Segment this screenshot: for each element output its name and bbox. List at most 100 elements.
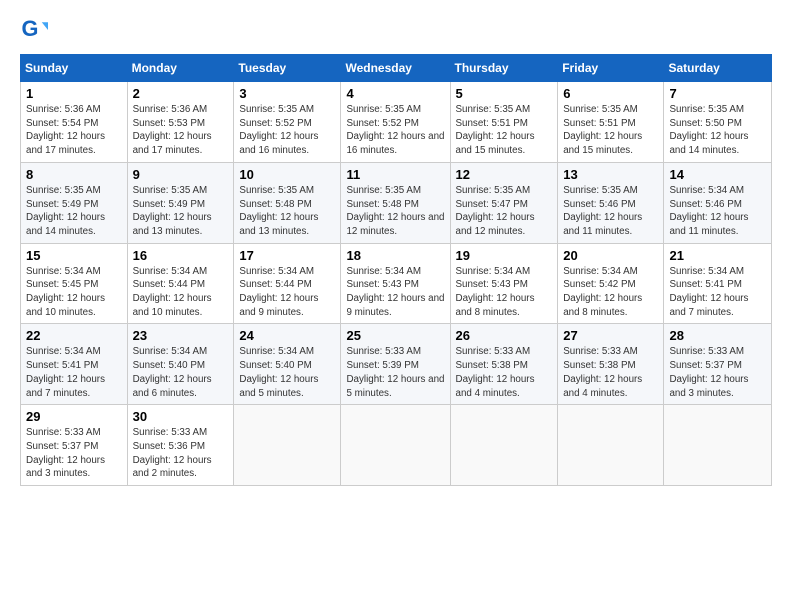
- page-header: G: [20, 16, 772, 44]
- day-number: 8: [26, 167, 122, 182]
- day-info: Sunrise: 5:35 AMSunset: 5:51 PMDaylight:…: [456, 103, 553, 158]
- day-info: Sunrise: 5:34 AMSunset: 5:40 PMDaylight:…: [239, 345, 335, 400]
- day-info: Sunrise: 5:34 AMSunset: 5:41 PMDaylight:…: [26, 345, 122, 400]
- day-number: 25: [346, 328, 444, 343]
- day-number: 1: [26, 86, 122, 101]
- calendar-cell: 22 Sunrise: 5:34 AMSunset: 5:41 PMDayligh…: [21, 324, 128, 405]
- day-number: 11: [346, 167, 444, 182]
- calendar-week-row: 1 Sunrise: 5:36 AMSunset: 5:54 PMDaylight…: [21, 82, 772, 163]
- calendar-cell: 10 Sunrise: 5:35 AMSunset: 5:48 PMDayligh…: [234, 162, 341, 243]
- day-info: Sunrise: 5:33 AMSunset: 5:36 PMDaylight:…: [133, 426, 229, 481]
- day-info: Sunrise: 5:33 AMSunset: 5:38 PMDaylight:…: [563, 345, 658, 400]
- calendar-cell: 18Sunrise: 5:34 AMSunset: 5:43 PMDayligh…: [341, 243, 450, 324]
- calendar-cell: 11 Sunrise: 5:35 AMSunset: 5:48 PMDayligh…: [341, 162, 450, 243]
- calendar-cell: 26Sunrise: 5:33 AMSunset: 5:38 PMDayligh…: [450, 324, 558, 405]
- calendar-cell: 8 Sunrise: 5:35 AMSunset: 5:49 PMDaylight…: [21, 162, 128, 243]
- day-number: 16: [133, 248, 229, 263]
- calendar-week-row: 29 Sunrise: 5:33 AMSunset: 5:37 PMDayligh…: [21, 405, 772, 486]
- calendar-cell: 23 Sunrise: 5:34 AMSunset: 5:40 PMDayligh…: [127, 324, 234, 405]
- day-number: 23: [133, 328, 229, 343]
- calendar-cell: 3 Sunrise: 5:35 AMSunset: 5:52 PMDaylight…: [234, 82, 341, 163]
- day-info: Sunrise: 5:35 AMSunset: 5:47 PMDaylight:…: [456, 184, 553, 239]
- day-number: 5: [456, 86, 553, 101]
- day-info: Sunrise: 5:36 AMSunset: 5:54 PMDaylight:…: [26, 103, 122, 158]
- day-number: 18: [346, 248, 444, 263]
- day-number: 3: [239, 86, 335, 101]
- calendar-cell: 24 Sunrise: 5:34 AMSunset: 5:40 PMDayligh…: [234, 324, 341, 405]
- day-number: 10: [239, 167, 335, 182]
- day-info: Sunrise: 5:36 AMSunset: 5:53 PMDaylight:…: [133, 103, 229, 158]
- day-number: 2: [133, 86, 229, 101]
- calendar-cell: 2 Sunrise: 5:36 AMSunset: 5:53 PMDaylight…: [127, 82, 234, 163]
- day-info: Sunrise: 5:35 AMSunset: 5:52 PMDaylight:…: [346, 103, 444, 158]
- calendar-cell: 14Sunrise: 5:34 AMSunset: 5:46 PMDayligh…: [664, 162, 772, 243]
- day-number: 24: [239, 328, 335, 343]
- day-info: Sunrise: 5:35 AMSunset: 5:46 PMDaylight:…: [563, 184, 658, 239]
- calendar-cell: 13Sunrise: 5:35 AMSunset: 5:46 PMDayligh…: [558, 162, 664, 243]
- svg-text:G: G: [22, 16, 39, 41]
- day-info: Sunrise: 5:33 AMSunset: 5:37 PMDaylight:…: [26, 426, 122, 481]
- day-number: 22: [26, 328, 122, 343]
- day-info: Sunrise: 5:35 AMSunset: 5:48 PMDaylight:…: [239, 184, 335, 239]
- calendar-cell: 20 Sunrise: 5:34 AMSunset: 5:42 PMDayligh…: [558, 243, 664, 324]
- day-number: 21: [669, 248, 766, 263]
- logo: G: [20, 16, 52, 44]
- day-info: Sunrise: 5:35 AMSunset: 5:50 PMDaylight:…: [669, 103, 766, 158]
- calendar-header-wednesday: Wednesday: [341, 55, 450, 82]
- day-number: 26: [456, 328, 553, 343]
- calendar-cell: [234, 405, 341, 486]
- day-number: 20: [563, 248, 658, 263]
- calendar-header-saturday: Saturday: [664, 55, 772, 82]
- calendar-cell: 7Sunrise: 5:35 AMSunset: 5:50 PMDaylight…: [664, 82, 772, 163]
- day-number: 15: [26, 248, 122, 263]
- calendar-cell: [558, 405, 664, 486]
- calendar-header-monday: Monday: [127, 55, 234, 82]
- calendar-cell: 19Sunrise: 5:34 AMSunset: 5:43 PMDayligh…: [450, 243, 558, 324]
- day-info: Sunrise: 5:33 AMSunset: 5:37 PMDaylight:…: [669, 345, 766, 400]
- day-info: Sunrise: 5:34 AMSunset: 5:40 PMDaylight:…: [133, 345, 229, 400]
- calendar-cell: 16 Sunrise: 5:34 AMSunset: 5:44 PMDayligh…: [127, 243, 234, 324]
- calendar-cell: 12 Sunrise: 5:35 AMSunset: 5:47 PMDayligh…: [450, 162, 558, 243]
- calendar-cell: 28Sunrise: 5:33 AMSunset: 5:37 PMDayligh…: [664, 324, 772, 405]
- calendar-cell: 27 Sunrise: 5:33 AMSunset: 5:38 PMDayligh…: [558, 324, 664, 405]
- calendar-cell: 25 Sunrise: 5:33 AMSunset: 5:39 PMDayligh…: [341, 324, 450, 405]
- calendar-body: 1 Sunrise: 5:36 AMSunset: 5:54 PMDaylight…: [21, 82, 772, 486]
- day-info: Sunrise: 5:33 AMSunset: 5:39 PMDaylight:…: [346, 345, 444, 400]
- day-info: Sunrise: 5:34 AMSunset: 5:42 PMDaylight:…: [563, 265, 658, 320]
- calendar-week-row: 8 Sunrise: 5:35 AMSunset: 5:49 PMDaylight…: [21, 162, 772, 243]
- day-info: Sunrise: 5:35 AMSunset: 5:48 PMDaylight:…: [346, 184, 444, 239]
- day-info: Sunrise: 5:35 AMSunset: 5:49 PMDaylight:…: [133, 184, 229, 239]
- calendar-header-tuesday: Tuesday: [234, 55, 341, 82]
- calendar-cell: 17 Sunrise: 5:34 AMSunset: 5:44 PMDayligh…: [234, 243, 341, 324]
- calendar-cell: 4 Sunrise: 5:35 AMSunset: 5:52 PMDaylight…: [341, 82, 450, 163]
- day-number: 6: [563, 86, 658, 101]
- calendar-cell: 9Sunrise: 5:35 AMSunset: 5:49 PMDaylight…: [127, 162, 234, 243]
- calendar-header-row: SundayMondayTuesdayWednesdayThursdayFrid…: [21, 55, 772, 82]
- calendar-week-row: 15Sunrise: 5:34 AMSunset: 5:45 PMDayligh…: [21, 243, 772, 324]
- day-number: 19: [456, 248, 553, 263]
- day-info: Sunrise: 5:35 AMSunset: 5:52 PMDaylight:…: [239, 103, 335, 158]
- day-info: Sunrise: 5:34 AMSunset: 5:44 PMDaylight:…: [239, 265, 335, 320]
- calendar-header-friday: Friday: [558, 55, 664, 82]
- day-number: 14: [669, 167, 766, 182]
- calendar-cell: [341, 405, 450, 486]
- calendar-cell: 5 Sunrise: 5:35 AMSunset: 5:51 PMDaylight…: [450, 82, 558, 163]
- day-number: 29: [26, 409, 122, 424]
- calendar-cell: [664, 405, 772, 486]
- calendar-cell: 15Sunrise: 5:34 AMSunset: 5:45 PMDayligh…: [21, 243, 128, 324]
- logo-icon: G: [20, 16, 48, 44]
- calendar-header-sunday: Sunday: [21, 55, 128, 82]
- day-number: 4: [346, 86, 444, 101]
- calendar-table: SundayMondayTuesdayWednesdayThursdayFrid…: [20, 54, 772, 486]
- day-number: 30: [133, 409, 229, 424]
- day-number: 17: [239, 248, 335, 263]
- day-info: Sunrise: 5:35 AMSunset: 5:49 PMDaylight:…: [26, 184, 122, 239]
- day-info: Sunrise: 5:34 AMSunset: 5:44 PMDaylight:…: [133, 265, 229, 320]
- day-info: Sunrise: 5:34 AMSunset: 5:41 PMDaylight:…: [669, 265, 766, 320]
- calendar-cell: 1 Sunrise: 5:36 AMSunset: 5:54 PMDaylight…: [21, 82, 128, 163]
- day-number: 27: [563, 328, 658, 343]
- calendar-cell: 29 Sunrise: 5:33 AMSunset: 5:37 PMDayligh…: [21, 405, 128, 486]
- calendar-cell: 30 Sunrise: 5:33 AMSunset: 5:36 PMDayligh…: [127, 405, 234, 486]
- calendar-cell: [450, 405, 558, 486]
- day-number: 12: [456, 167, 553, 182]
